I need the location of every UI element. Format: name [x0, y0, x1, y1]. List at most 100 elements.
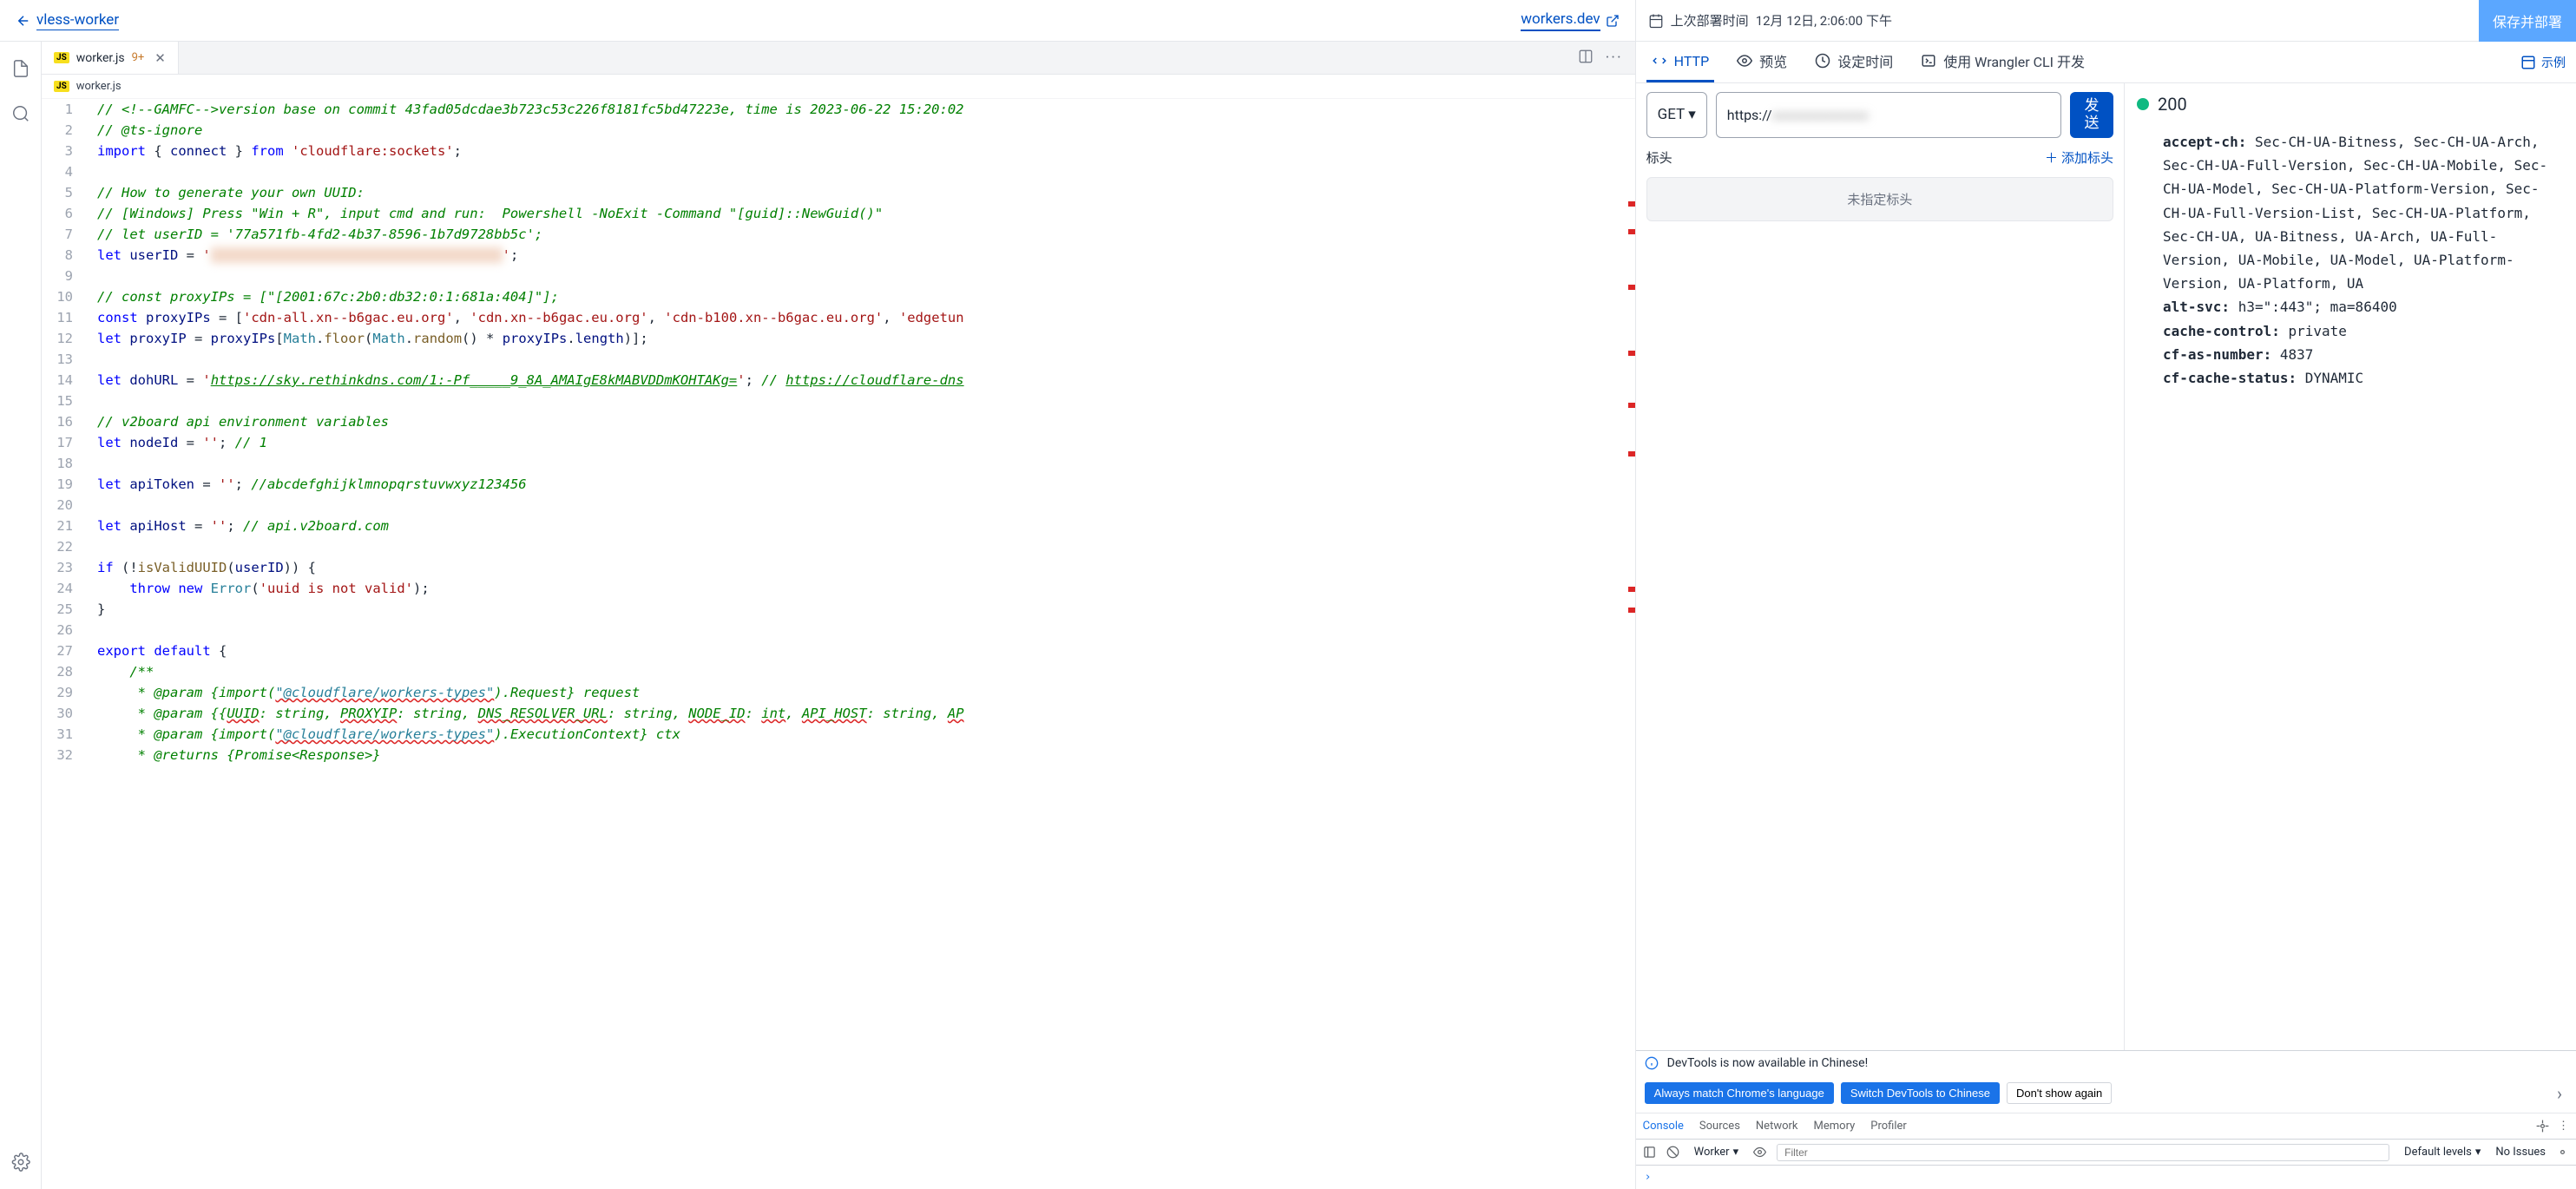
devtools-tab-memory[interactable]: Memory — [1814, 1120, 1856, 1133]
tab-preview[interactable]: 预览 — [1732, 42, 1792, 82]
code-line[interactable]: if (!isValidUUID(userID)) { — [85, 557, 1635, 578]
request-tabs: HTTP 预览 设定时间 使用 Wrangler CLI 开发 示例 — [1636, 42, 2576, 83]
code-line[interactable]: const proxyIPs = ['cdn-all.xn--b6gac.eu.… — [85, 307, 1635, 328]
response-header: accept-ch: Sec-CH-UA-Bitness, Sec-CH-UA-… — [2163, 130, 2564, 295]
code-line[interactable]: export default { — [85, 640, 1635, 661]
dont-show-again-button[interactable]: Don't show again — [2007, 1082, 2112, 1104]
editor-topbar: vless-worker workers.dev — [0, 0, 1635, 42]
code-line[interactable]: // const proxyIPs = ["[2001:67c:2b0:db32… — [85, 286, 1635, 307]
more-icon[interactable]: ⋮ — [2558, 1120, 2569, 1133]
url-input[interactable]: https://xxxxxxxxxxxxxx — [1716, 92, 2061, 138]
code-line[interactable] — [85, 536, 1635, 557]
response-header: alt-svc: h3=":443"; ma=86400 — [2163, 295, 2564, 319]
code-line[interactable]: * @param {import("@cloudflare/workers-ty… — [85, 682, 1635, 703]
workers-dev-link[interactable]: workers.dev — [1521, 10, 1619, 31]
code-line[interactable]: let proxyIP = proxyIPs[Math.floor(Math.r… — [85, 328, 1635, 349]
devtools-tab-console[interactable]: Console — [1643, 1120, 1684, 1133]
info-icon — [1645, 1056, 1659, 1070]
gear-icon[interactable] — [2536, 1120, 2549, 1133]
devtools-panel: DevTools is now available in Chinese! Al… — [1636, 1050, 2576, 1189]
log-levels-select[interactable]: Default levels ▾ — [2400, 1144, 2485, 1160]
add-header-button[interactable]: ＋ 添加标头 — [2045, 148, 2113, 167]
code-line[interactable]: let apiHost = ''; // api.v2board.com — [85, 516, 1635, 536]
breadcrumb-file: worker.js — [76, 80, 122, 93]
more-icon[interactable]: ··· — [1606, 49, 1623, 67]
code-line[interactable]: * @param {import("@cloudflare/workers-ty… — [85, 724, 1635, 745]
code-line[interactable]: // v2board api environment variables — [85, 411, 1635, 432]
request-builder: GET ▾ https://xxxxxxxxxxxxxx 发送 标头 ＋ 添加标… — [1636, 83, 2125, 1050]
tab-schedule[interactable]: 设定时间 — [1810, 42, 1898, 82]
code-line[interactable]: let apiToken = ''; //abcdefghijklmnopqrs… — [85, 474, 1635, 495]
gear-icon[interactable] — [6, 1147, 36, 1177]
code-line[interactable]: let dohURL = 'https://sky.rethinkdns.com… — [85, 370, 1635, 391]
eye-icon — [1737, 53, 1752, 69]
devtools-tab-profiler[interactable]: Profiler — [1870, 1120, 1907, 1133]
arrow-left-icon — [16, 13, 31, 29]
response-header: cf-as-number: 4837 — [2163, 343, 2564, 366]
tab-http[interactable]: HTTP — [1646, 42, 1715, 82]
js-badge-icon: JS — [54, 81, 69, 92]
response-panel: 200 accept-ch: Sec-CH-UA-Bitness, Sec-CH… — [2125, 83, 2576, 1050]
code-line[interactable] — [85, 495, 1635, 516]
response-header: cache-control: private — [2163, 319, 2564, 343]
tab-example[interactable]: 示例 — [2520, 42, 2566, 82]
breadcrumb[interactable]: JS worker.js — [42, 75, 1635, 99]
code-line[interactable]: * @param {{UUID: string, PROXYIP: string… — [85, 703, 1635, 724]
code-line[interactable]: // let userID = '77a571fb-4fd2-4b37-8596… — [85, 224, 1635, 245]
filter-input[interactable] — [1777, 1144, 2389, 1161]
code-line[interactable]: // @ts-ignore — [85, 120, 1635, 141]
code-line[interactable] — [85, 391, 1635, 411]
code-line[interactable]: let userID = 'xxxxxxxxxxxxxxxxxxxxxxxxxx… — [85, 245, 1635, 266]
back-label: vless-worker — [36, 11, 119, 30]
sidebar-toggle-icon[interactable] — [1643, 1146, 1656, 1159]
example-icon — [2520, 55, 2536, 70]
devtools-tab-sources[interactable]: Sources — [1699, 1120, 1740, 1133]
code-line[interactable] — [85, 161, 1635, 182]
code-line[interactable]: import { connect } from 'cloudflare:sock… — [85, 141, 1635, 161]
console-prompt[interactable]: › — [1636, 1166, 2576, 1189]
code-line[interactable]: // How to generate your own UUID: — [85, 182, 1635, 203]
code-line[interactable]: let nodeId = ''; // 1 — [85, 432, 1635, 453]
js-badge-icon: JS — [54, 52, 69, 63]
code-line[interactable] — [85, 349, 1635, 370]
code-line[interactable]: } — [85, 599, 1635, 620]
clear-console-icon[interactable] — [1666, 1146, 1679, 1159]
editor-tab-bar: JS worker.js 9+ ✕ ··· — [42, 42, 1635, 75]
eye-icon[interactable] — [1753, 1146, 1766, 1159]
gear-icon[interactable] — [2556, 1146, 2569, 1159]
code-line[interactable] — [85, 453, 1635, 474]
external-link-icon — [1606, 14, 1620, 28]
headers-label: 标头 — [1646, 148, 1672, 167]
match-chrome-lang-button[interactable]: Always match Chrome's language — [1645, 1082, 1834, 1104]
close-icon[interactable]: ✕ — [154, 50, 166, 66]
http-icon — [1652, 53, 1667, 69]
split-editor-icon[interactable] — [1578, 49, 1594, 67]
code-line[interactable]: /** — [85, 661, 1635, 682]
workers-link-text: workers.dev — [1521, 10, 1600, 31]
chevron-down-icon: ▾ — [1733, 1146, 1739, 1159]
code-line[interactable]: // <!--GAMFC-->version base on commit 43… — [85, 99, 1635, 120]
back-link[interactable]: vless-worker — [16, 11, 119, 30]
response-header: cf-cache-status: DYNAMIC — [2163, 366, 2564, 390]
context-select[interactable]: Worker ▾ — [1690, 1144, 1743, 1160]
code-line[interactable] — [85, 620, 1635, 640]
code-line[interactable] — [85, 266, 1635, 286]
deploy-prefix: 上次部署时间 — [1671, 11, 1749, 30]
code-line[interactable]: // [Windows] Press "Win + R", input cmd … — [85, 203, 1635, 224]
files-icon[interactable] — [6, 54, 36, 83]
file-tab-worker-js[interactable]: JS worker.js 9+ ✕ — [42, 42, 179, 74]
switch-devtools-chinese-button[interactable]: Switch DevTools to Chinese — [1841, 1082, 2000, 1104]
code-line[interactable]: * @returns {Promise<Response>} — [85, 745, 1635, 765]
code-editor[interactable]: 1234567891011121314151617181920212223242… — [42, 99, 1635, 1189]
tab-wrangler-cli[interactable]: 使用 Wrangler CLI 开发 — [1916, 42, 2090, 82]
terminal-icon — [1921, 53, 1936, 69]
calendar-icon — [1648, 13, 1664, 29]
save-deploy-button[interactable]: 保存并部署 — [2479, 0, 2576, 42]
close-icon[interactable]: › — [2557, 1083, 2567, 1104]
search-icon[interactable] — [6, 99, 36, 128]
code-line[interactable]: throw new Error('uuid is not valid'); — [85, 578, 1635, 599]
no-headers-placeholder: 未指定标头 — [1646, 177, 2113, 221]
devtools-tab-network[interactable]: Network — [1756, 1120, 1798, 1133]
method-select[interactable]: GET ▾ — [1646, 92, 1707, 138]
send-button[interactable]: 发送 — [2070, 92, 2113, 138]
